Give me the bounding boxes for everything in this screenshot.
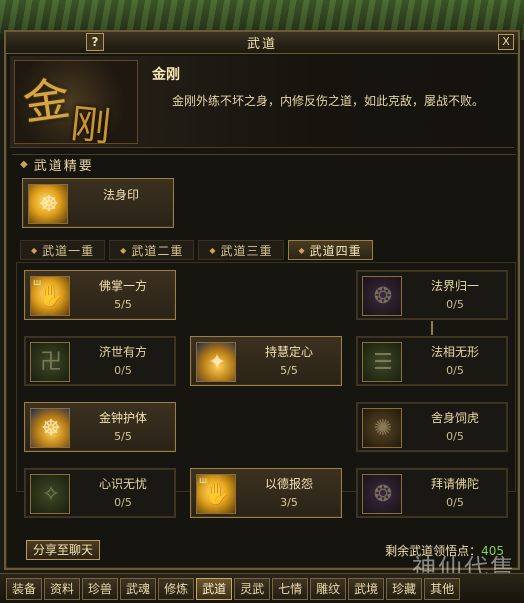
skill-card-jinzhong[interactable]: ☸ 金钟护体 5/5 bbox=[24, 402, 176, 452]
wisdom-shield-icon: ✦ bbox=[196, 342, 236, 382]
tab-engraving[interactable]: 雕纹 bbox=[310, 577, 347, 600]
help-button[interactable]: ? bbox=[86, 33, 104, 51]
skill-card-yide[interactable]: ш ✋ 以德报怨 3/5 bbox=[190, 468, 342, 518]
diamond-bullet-icon: ◆ bbox=[31, 245, 39, 255]
tree-connector bbox=[431, 321, 433, 335]
share-to-chat-button[interactable]: 分享至聊天 bbox=[26, 540, 101, 560]
dharma-realm-icon: ❂ bbox=[362, 276, 402, 316]
wudao-window: 武道 X 金 刚 金刚 金刚外练不坏之身，内修反伤之道，如此克敌，屡战不败。 ◆… bbox=[4, 30, 520, 570]
skill-card-fozhang[interactable]: ш ✋ 佛掌一方 5/5 bbox=[24, 270, 176, 320]
window-title: 武道 bbox=[246, 37, 277, 52]
discipline-header: 金 刚 金刚 金刚外练不坏之身，内修反伤之道，如此克敌，屡战不败。 bbox=[10, 56, 514, 148]
diamond-bullet-icon: ◆ bbox=[120, 245, 128, 255]
tab-martial-soul[interactable]: 武魂 bbox=[120, 577, 157, 600]
buddha-icon: ❂ bbox=[362, 474, 402, 514]
diamond-bullet-icon: ◆ bbox=[209, 245, 217, 255]
tab-tier-1[interactable]: ◆ 武道一重 bbox=[20, 240, 106, 260]
swastika-icon: 卍 bbox=[30, 342, 70, 382]
diamond-bullet-icon: ◆ bbox=[298, 245, 306, 255]
tab-pets[interactable]: 珍兽 bbox=[82, 577, 119, 600]
skill-card-chihui[interactable]: ✦ 持慧定心 5/5 bbox=[190, 336, 342, 386]
tab-spirit-weapon[interactable]: 灵武 bbox=[234, 577, 271, 600]
tab-collection[interactable]: 珍藏 bbox=[386, 577, 423, 600]
essence-skill-card[interactable]: ☸ 法身印 bbox=[22, 178, 174, 228]
close-button[interactable]: X bbox=[498, 34, 514, 50]
tab-emotions[interactable]: 七情 bbox=[272, 577, 309, 600]
tab-profile[interactable]: 资料 bbox=[44, 577, 81, 600]
tab-cultivation[interactable]: 修炼 bbox=[158, 577, 195, 600]
title-bar[interactable]: 武道 X bbox=[6, 32, 518, 54]
virtue-icon: ш ✋ bbox=[196, 474, 236, 514]
skill-card-baiqing[interactable]: ❂ 拜请佛陀 0/5 bbox=[356, 468, 508, 518]
essence-section-label: 武道精要 bbox=[33, 159, 94, 174]
jingang-emblem-icon: 金 刚 bbox=[14, 60, 138, 144]
tab-martial-realm[interactable]: 武境 bbox=[348, 577, 385, 600]
mind-icon: ✧ bbox=[30, 474, 70, 514]
golden-seal-icon: ☸ bbox=[28, 184, 68, 224]
skill-card-jishi[interactable]: 卍 济世有方 0/5 bbox=[24, 336, 176, 386]
tiger-icon: ✺ bbox=[362, 408, 402, 448]
tab-other[interactable]: 其他 bbox=[424, 577, 461, 600]
skill-card-fajie[interactable]: ❂ 法界归一 0/5 bbox=[356, 270, 508, 320]
tab-tier-4[interactable]: ◆ 武道四重 bbox=[287, 240, 373, 260]
skill-card-faxiang[interactable]: ☰ 法相无形 0/5 bbox=[356, 336, 508, 386]
discipline-description: 金刚外练不坏之身，内修反伤之道，如此克敌，屡战不败。 bbox=[172, 94, 485, 108]
tab-equipment[interactable]: 装备 bbox=[6, 577, 43, 600]
skill-card-xinshi[interactable]: ✧ 心识无忧 0/5 bbox=[24, 468, 176, 518]
skill-card-sheshen[interactable]: ✺ 舍身饲虎 0/5 bbox=[356, 402, 508, 452]
character-tab-bar: 装备 资料 珍兽 武魂 修炼 武道 灵武 七情 雕纹 武境 珍藏 其他 bbox=[0, 573, 524, 603]
tab-tier-2[interactable]: ◆ 武道二重 bbox=[109, 240, 195, 260]
tab-tier-3[interactable]: ◆ 武道三重 bbox=[198, 240, 284, 260]
essence-section-heading: ◆ 武道精要 bbox=[12, 154, 516, 174]
golden-bell-icon: ☸ bbox=[30, 408, 70, 448]
discipline-name: 金刚 bbox=[152, 67, 180, 83]
formless-icon: ☰ bbox=[362, 342, 402, 382]
buddha-palm-icon: ш ✋ bbox=[30, 276, 70, 316]
tab-wudao[interactable]: 武道 bbox=[196, 577, 233, 600]
tier-tabs: ◆ 武道一重 ◆ 武道二重 ◆ 武道三重 ◆ 武道四重 bbox=[20, 240, 516, 260]
diamond-bullet-icon: ◆ bbox=[20, 159, 28, 170]
essence-skill-name: 法身印 bbox=[102, 188, 139, 202]
